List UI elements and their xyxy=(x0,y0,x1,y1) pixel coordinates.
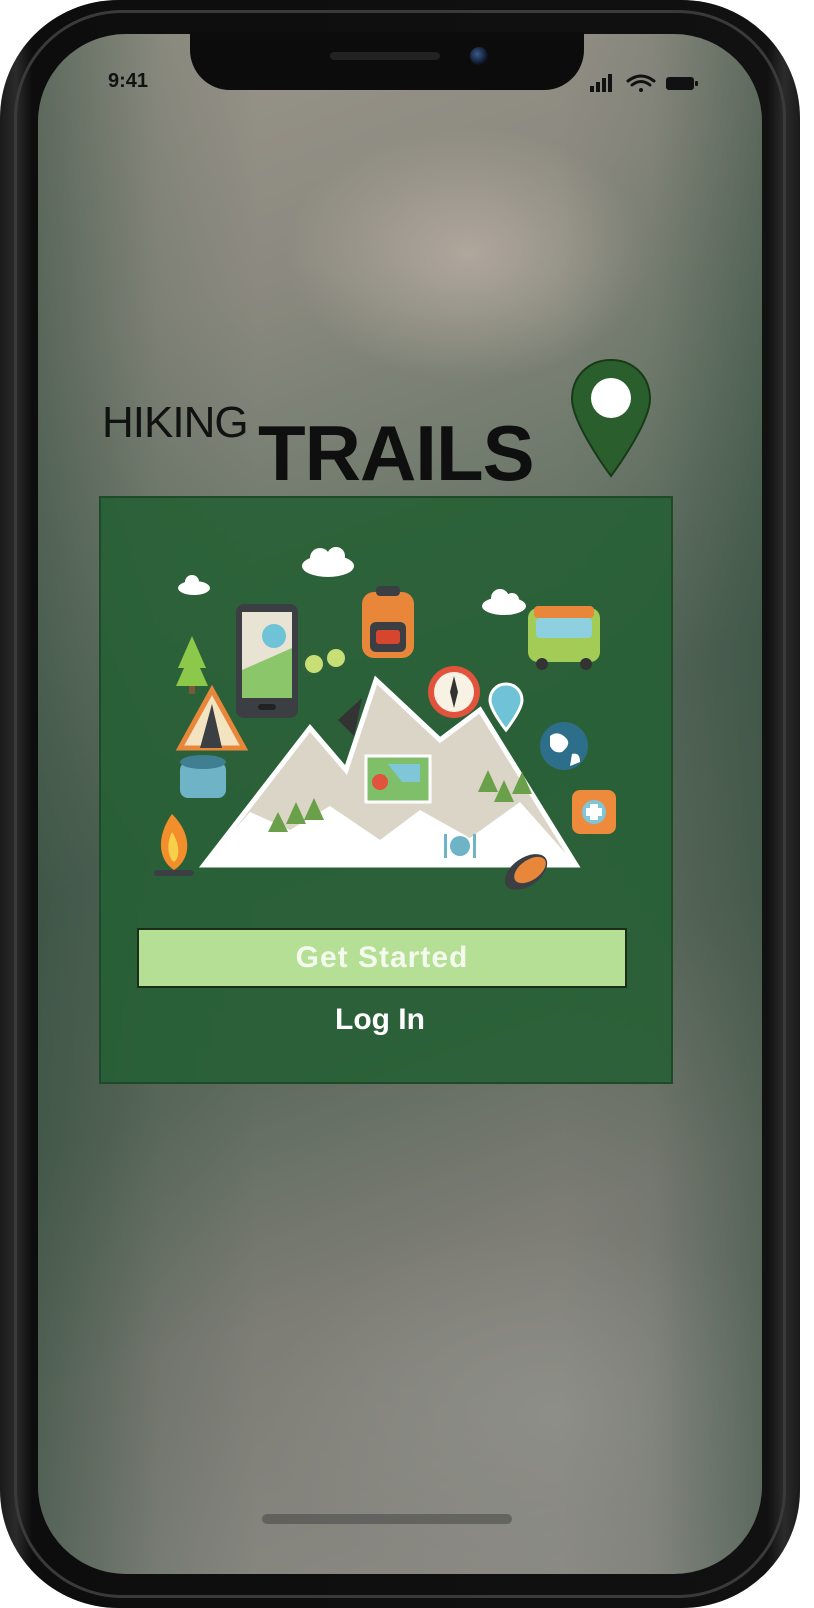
pine-tree-icon xyxy=(176,636,208,694)
camper-van-icon xyxy=(528,606,600,670)
campfire-icon xyxy=(154,814,194,876)
map-pin-icon xyxy=(488,682,524,733)
globe-icon xyxy=(540,722,588,770)
get-started-button[interactable]: Get Started xyxy=(137,928,627,988)
map-icon xyxy=(364,754,432,804)
notch xyxy=(190,32,584,90)
cooking-pot-icon xyxy=(180,755,226,798)
binoculars-icon xyxy=(305,649,345,673)
login-button[interactable]: Log In xyxy=(280,998,480,1042)
tent-icon xyxy=(175,684,249,751)
compass-icon xyxy=(428,666,480,718)
front-camera xyxy=(470,47,488,65)
speaker xyxy=(330,52,440,60)
brand-hiking: HIKING xyxy=(102,398,249,447)
first-aid-icon xyxy=(572,790,616,834)
cloud-icon xyxy=(178,547,526,615)
brand-trails: TRAILS xyxy=(258,409,535,497)
location-pin-icon xyxy=(570,358,652,478)
backpack-icon xyxy=(362,586,414,658)
status-icons xyxy=(590,74,698,92)
battery-icon xyxy=(666,77,698,90)
home-indicator[interactable] xyxy=(262,1514,512,1524)
phone-map-icon xyxy=(236,604,298,718)
wifi-icon xyxy=(626,74,656,92)
signal-icon xyxy=(590,74,612,92)
mountain-illustration xyxy=(154,547,616,890)
status-time: 9:41 xyxy=(108,70,149,92)
